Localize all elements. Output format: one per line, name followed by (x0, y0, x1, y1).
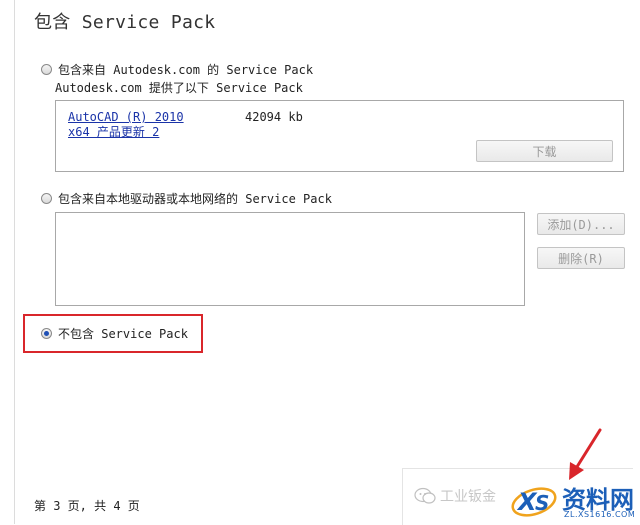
radio-button[interactable] (41, 64, 52, 75)
page-indicator: 第 3 页, 共 4 页 (34, 499, 140, 513)
radio-button-selected[interactable] (41, 328, 52, 339)
page-title: 包含 Service Pack (34, 12, 216, 33)
online-service-pack-list[interactable]: AutoCAD (R) 2010 x64 产品更新 2 42094 kb 下载 (55, 100, 624, 172)
chat-icon (414, 487, 436, 504)
watermark-text: 工业钣金 (440, 489, 496, 505)
radio-none-label: 不包含 Service Pack (58, 327, 188, 341)
radio-local-label: 包含来自本地驱动器或本地网络的 Service Pack (58, 192, 332, 206)
service-pack-link[interactable]: AutoCAD (R) 2010 x64 产品更新 2 (68, 110, 184, 140)
window-left-border (14, 0, 15, 524)
watermark: 工业钣金 (414, 486, 496, 506)
radio-button[interactable] (41, 193, 52, 204)
local-service-pack-list[interactable] (55, 212, 525, 306)
download-button[interactable]: 下载 (476, 140, 613, 162)
radio-local-service-pack[interactable]: 包含来自本地驱动器或本地网络的 Service Pack (41, 190, 332, 207)
logo-subtext: ZL.XS1616.COM (564, 510, 636, 519)
svg-text:S: S (535, 491, 549, 515)
service-pack-size: 42094 kb (245, 110, 303, 124)
add-button[interactable]: 添加(D)... (537, 213, 625, 235)
radio-online-label: 包含来自 Autodesk.com 的 Service Pack (58, 63, 314, 77)
online-subtext: Autodesk.com 提供了以下 Service Pack (55, 81, 303, 95)
red-arrow-icon (569, 428, 602, 480)
radio-no-service-pack[interactable]: 不包含 Service Pack (41, 325, 188, 342)
remove-button[interactable]: 删除(R) (537, 247, 625, 269)
radio-online-service-pack[interactable]: 包含来自 Autodesk.com 的 Service Pack (41, 61, 313, 78)
site-logo: X S 资料网 ZL.XS1616.COM (508, 476, 638, 522)
xs-logo-icon: X S (511, 487, 557, 517)
